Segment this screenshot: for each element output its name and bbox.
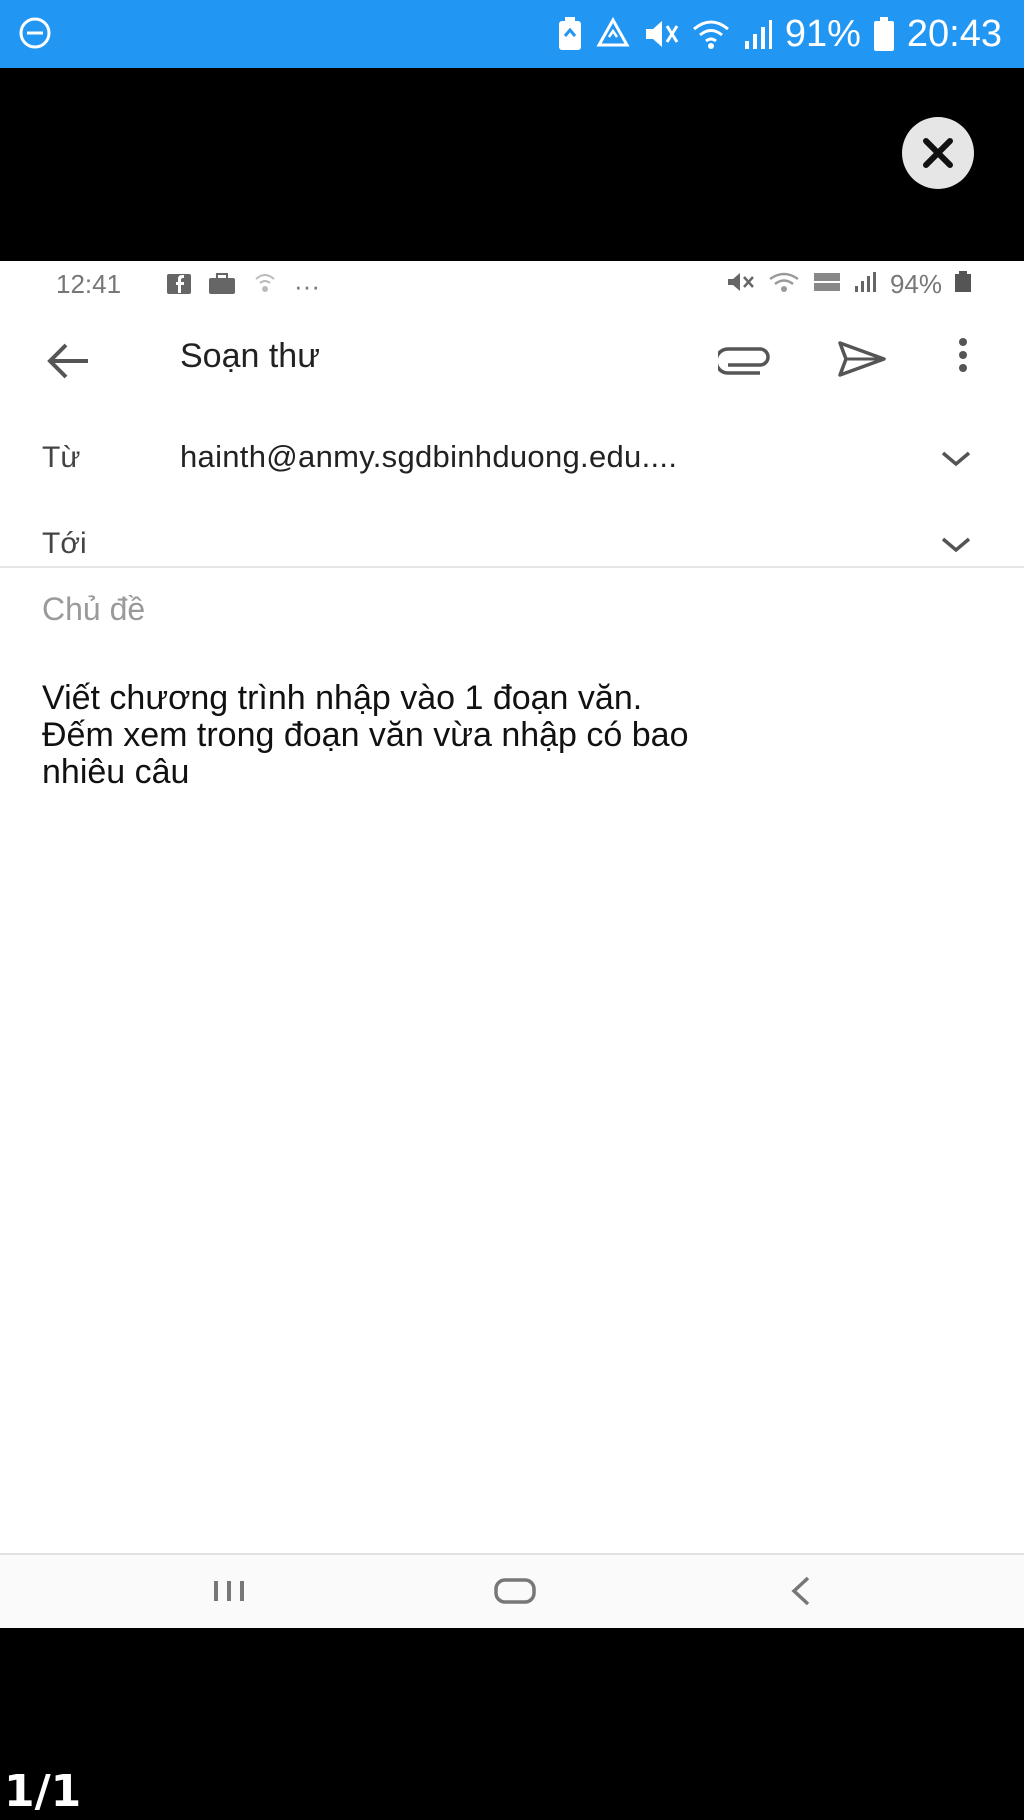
from-field[interactable]: Từ hainth@anmy.sgdbinhduong.edu.... bbox=[0, 417, 1024, 503]
chevron-down-icon[interactable] bbox=[940, 449, 972, 474]
device-clock: 20:43 bbox=[906, 12, 1002, 55]
inner-signal-icon bbox=[854, 269, 878, 300]
more-notifications-icon: ··· bbox=[294, 271, 320, 301]
back-arrow-icon[interactable] bbox=[46, 341, 92, 386]
inner-wifi-icon bbox=[768, 269, 800, 300]
recent-apps-icon[interactable] bbox=[208, 1573, 250, 1614]
inner-clock: 12:41 bbox=[56, 269, 122, 299]
viewer-backdrop bbox=[0, 68, 1024, 261]
message-body[interactable]: Viết chương trình nhập vào 1 đoạn văn. Đ… bbox=[42, 680, 992, 791]
attach-icon[interactable] bbox=[714, 343, 772, 380]
compose-title: Soạn thư bbox=[180, 337, 320, 375]
close-icon bbox=[923, 138, 953, 168]
battery-percent: 91% bbox=[784, 12, 861, 55]
subject-input[interactable]: Chủ đề bbox=[42, 591, 145, 628]
volte-icon bbox=[812, 269, 842, 300]
compose-screenshot: 12:41 ··· 94% Soạn thư Từ hainth@anmy.sg… bbox=[0, 261, 1024, 1628]
inner-mute-icon bbox=[726, 269, 756, 300]
compose-toolbar: Soạn thư bbox=[0, 307, 1024, 417]
wifi-icon bbox=[691, 17, 731, 51]
inner-status-bar: 12:41 ··· 94% bbox=[0, 261, 1024, 307]
send-icon[interactable] bbox=[836, 339, 888, 384]
body-line: nhiêu câu bbox=[42, 753, 190, 791]
body-line: Viết chương trình nhập vào 1 đoạn văn. bbox=[42, 679, 643, 717]
from-value: hainth@anmy.sgdbinhduong.edu.... bbox=[180, 439, 678, 474]
hotspot-icon bbox=[252, 271, 278, 302]
mute-icon bbox=[643, 17, 679, 51]
device-status-bar: 91% 20:43 bbox=[0, 0, 1024, 68]
navigation-bar bbox=[0, 1553, 1024, 1628]
body-line: Đếm xem trong đoạn văn vừa nhập có bao bbox=[42, 716, 689, 754]
facebook-icon bbox=[166, 271, 192, 302]
battery-icon bbox=[873, 16, 895, 52]
home-icon[interactable] bbox=[492, 1573, 538, 1614]
page-counter: 1/1 bbox=[4, 1766, 82, 1817]
recycle-icon bbox=[595, 17, 631, 51]
briefcase-icon bbox=[208, 271, 236, 302]
battery-saver-icon bbox=[557, 16, 583, 52]
inner-battery-icon bbox=[954, 269, 972, 300]
divider bbox=[0, 566, 1024, 568]
more-options-icon[interactable] bbox=[956, 335, 970, 380]
back-nav-icon[interactable] bbox=[786, 1573, 816, 1614]
to-label: Tới bbox=[42, 527, 87, 560]
inner-battery-percent: 94% bbox=[889, 269, 942, 299]
close-button[interactable] bbox=[902, 117, 974, 189]
chevron-down-icon[interactable] bbox=[940, 535, 972, 560]
from-label: Từ bbox=[42, 441, 81, 474]
do-not-disturb-icon bbox=[18, 16, 52, 50]
signal-icon bbox=[743, 17, 773, 51]
to-field[interactable]: Tới bbox=[0, 503, 1024, 589]
